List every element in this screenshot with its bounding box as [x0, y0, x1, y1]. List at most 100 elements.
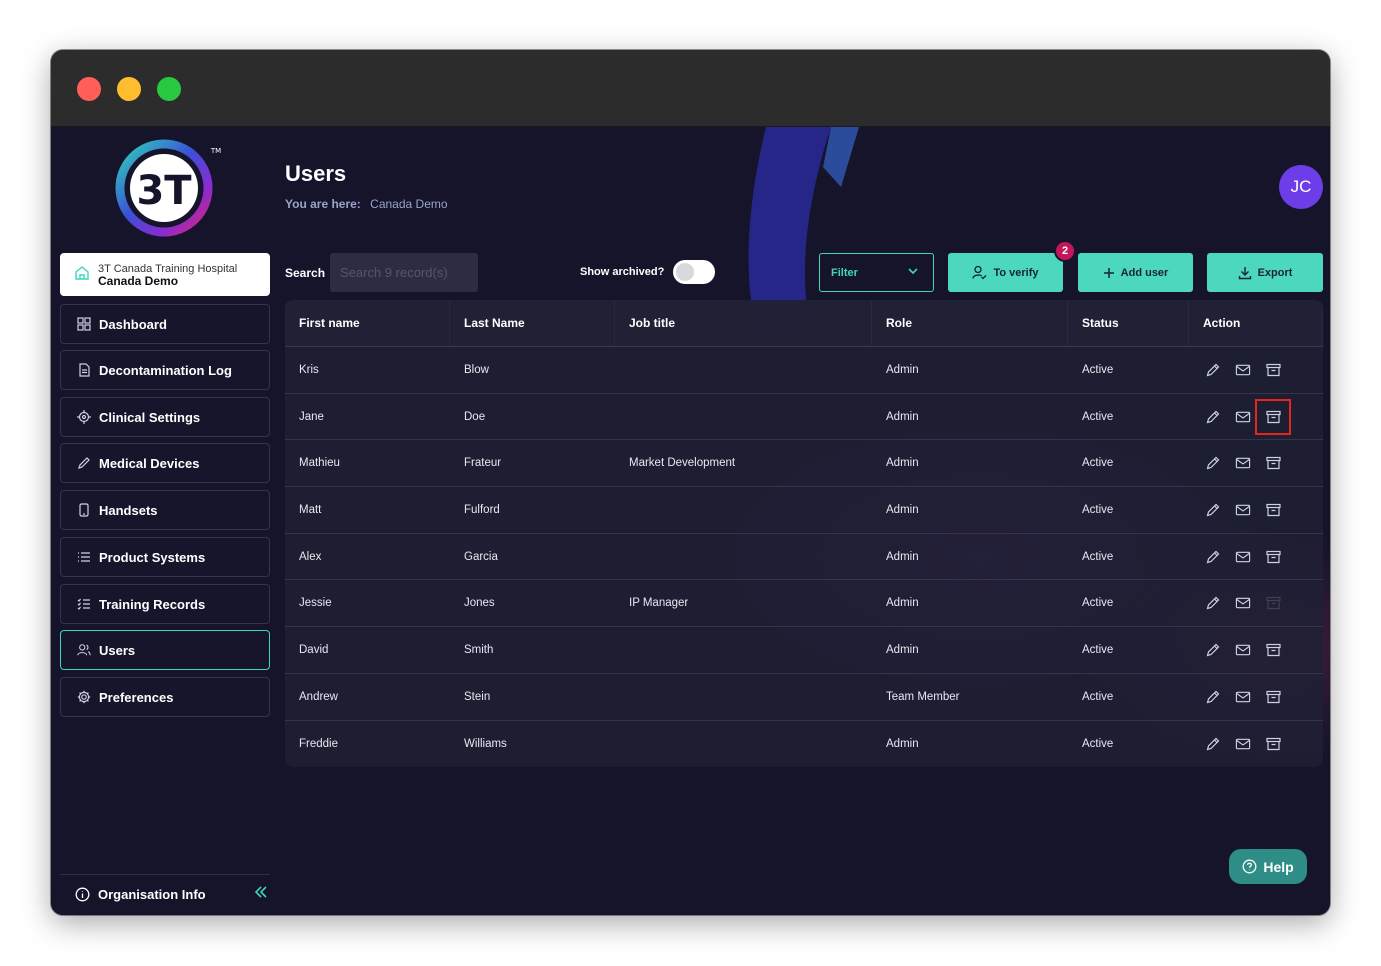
archive-box-icon[interactable]	[1265, 362, 1281, 378]
cell-first-name: Jessie	[299, 597, 332, 610]
trademark: TM	[210, 147, 221, 155]
column-header-job-title[interactable]: Job title	[615, 300, 872, 346]
edit-pencil-icon[interactable]	[1205, 595, 1221, 611]
organisation-info-link[interactable]: Organisation Info	[60, 874, 270, 914]
add-user-button[interactable]: Add user	[1078, 253, 1193, 292]
archive-box-icon[interactable]	[1265, 502, 1281, 518]
archive-box-icon[interactable]	[1265, 689, 1281, 705]
cell-role: Admin	[886, 410, 919, 423]
table-row[interactable]: Mathieu Frateur Market Development Admin Act…	[285, 440, 1323, 488]
edit-pencil-icon[interactable]	[1205, 362, 1221, 378]
table-row[interactable]: Freddie Williams Admin Active	[285, 721, 1323, 768]
nav-product-systems[interactable]: Product Systems	[60, 537, 270, 577]
nav-training-records[interactable]: Training Records	[60, 584, 270, 624]
email-envelope-icon[interactable]	[1235, 502, 1251, 518]
cell-role: Admin	[886, 597, 919, 610]
nav-clinical-settings[interactable]: Clinical Settings	[60, 397, 270, 437]
minimize-window-button[interactable]	[117, 77, 141, 101]
close-window-button[interactable]	[77, 77, 101, 101]
archive-box-icon[interactable]	[1265, 595, 1281, 611]
nav-label: Product Systems	[99, 549, 206, 565]
search-input[interactable]	[330, 253, 478, 292]
cell-status: Active	[1082, 410, 1114, 423]
to-verify-button[interactable]: To verify	[948, 253, 1063, 292]
email-envelope-icon[interactable]	[1235, 595, 1251, 611]
email-envelope-icon[interactable]	[1235, 362, 1251, 378]
breadcrumb-label: You are here:	[285, 197, 361, 211]
email-envelope-icon[interactable]	[1235, 455, 1251, 471]
page-title: Users	[285, 161, 347, 186]
archive-box-icon[interactable]	[1255, 398, 1291, 435]
cell-status: Active	[1082, 363, 1114, 376]
breadcrumb-value[interactable]: Canada Demo	[370, 197, 447, 211]
cell-last-name: Stein	[464, 690, 491, 703]
nav-preferences[interactable]: Preferences	[60, 677, 270, 717]
show-archived-toggle[interactable]	[673, 260, 715, 284]
nav-label: Decontamination Log	[99, 362, 232, 378]
column-header-last-name[interactable]: Last Name	[450, 300, 615, 346]
column-header-role[interactable]: Role	[872, 300, 1068, 346]
table-row[interactable]: David Smith Admin Active	[285, 627, 1323, 674]
nav-label: Users	[99, 642, 136, 658]
organisation-selector[interactable]: 3T Canada Training Hospital Canada Demo	[60, 253, 270, 296]
table-row[interactable]: Matt Fulford Admin Active	[285, 487, 1323, 534]
table-header: First name Last Name Job title Role Stat…	[285, 300, 1323, 347]
nav-dashboard[interactable]: Dashboard	[60, 304, 270, 344]
title-bar	[51, 50, 1330, 127]
user-avatar[interactable]: JC	[1279, 165, 1323, 209]
filter-label: Filter	[831, 266, 858, 279]
table-row[interactable]: Andrew Stein Team Member Active	[285, 674, 1323, 721]
table-row[interactable]: Alex Garcia Admin Active	[285, 534, 1323, 581]
nav-label: Preferences	[99, 689, 174, 705]
cell-first-name: Mathieu	[299, 457, 340, 470]
edit-pencil-icon[interactable]	[1205, 409, 1221, 425]
email-envelope-icon[interactable]	[1235, 689, 1251, 705]
edit-pencil-icon[interactable]	[1205, 549, 1221, 565]
info-icon	[75, 887, 90, 902]
edit-pencil-icon[interactable]	[1205, 502, 1221, 518]
nav-users[interactable]: Users	[60, 630, 270, 670]
edit-pencil-icon[interactable]	[1205, 642, 1221, 658]
organisation-name: 3T Canada Training Hospital	[98, 262, 238, 275]
archive-box-icon[interactable]	[1265, 736, 1281, 752]
search-label: Search	[285, 266, 326, 280]
edit-pencil-icon[interactable]	[1205, 455, 1221, 471]
column-header-status[interactable]: Status	[1068, 300, 1189, 346]
phone-icon	[77, 503, 91, 517]
edit-pencil-icon[interactable]	[1205, 736, 1221, 752]
archive-box-icon[interactable]	[1265, 549, 1281, 565]
cell-actions	[1189, 642, 1323, 658]
cell-job-title: Market Development	[629, 457, 736, 470]
help-label: Help	[1263, 858, 1294, 875]
cell-job-title: IP Manager	[629, 597, 689, 610]
to-verify-badge: 2	[1054, 240, 1076, 262]
list-icon	[77, 550, 91, 564]
cell-last-name: Blow	[464, 363, 489, 376]
edit-pencil-icon[interactable]	[1205, 689, 1221, 705]
users-icon	[77, 643, 91, 657]
archive-box-icon[interactable]	[1265, 455, 1281, 471]
collapse-sidebar-icon[interactable]	[254, 885, 268, 904]
nav-handsets[interactable]: Handsets	[60, 490, 270, 530]
filter-dropdown[interactable]: Filter	[819, 253, 934, 292]
cell-last-name: Doe	[464, 410, 486, 423]
table-row[interactable]: Jane Doe Admin Active	[285, 394, 1323, 441]
toggle-knob	[676, 263, 694, 281]
maximize-window-button[interactable]	[157, 77, 181, 101]
table-row[interactable]: Jessie Jones IP Manager Admin Active	[285, 580, 1323, 628]
email-envelope-icon[interactable]	[1235, 409, 1251, 425]
help-button[interactable]: Help	[1229, 849, 1307, 884]
email-envelope-icon[interactable]	[1235, 642, 1251, 658]
nav-medical-devices[interactable]: Medical Devices	[60, 443, 270, 483]
archive-box-icon[interactable]	[1265, 642, 1281, 658]
export-button[interactable]: Export	[1207, 253, 1323, 292]
column-header-first-name[interactable]: First name	[285, 300, 450, 346]
cell-actions	[1189, 595, 1323, 611]
cell-last-name: Williams	[464, 737, 507, 750]
cell-actions	[1189, 455, 1323, 471]
table-row[interactable]: Kris Blow Admin Active	[285, 347, 1323, 394]
cell-status: Active	[1082, 503, 1114, 516]
nav-decontamination-log[interactable]: Decontamination Log	[60, 350, 270, 390]
email-envelope-icon[interactable]	[1235, 736, 1251, 752]
email-envelope-icon[interactable]	[1235, 549, 1251, 565]
